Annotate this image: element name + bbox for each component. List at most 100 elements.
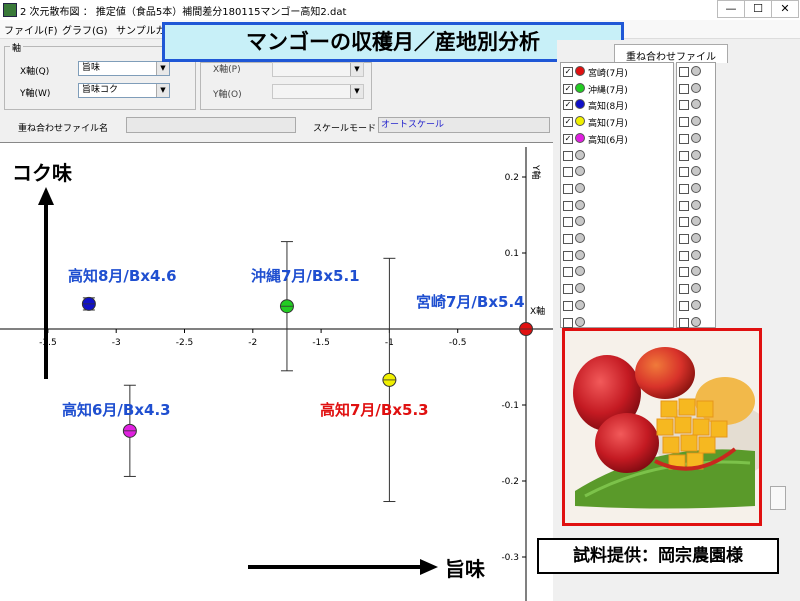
- x-arrow-head: [420, 559, 438, 575]
- title-bar: 2 次元散布図 ： 推定値（食品5本）補間差分180115マンゴー高知2.dat…: [0, 0, 800, 21]
- series-label: 高知(6月): [588, 135, 628, 146]
- series-checkbox[interactable]: [563, 300, 573, 311]
- series-color-swatch: [575, 249, 585, 260]
- credit-caption: 試料提供：岡宗農園様: [537, 538, 779, 574]
- app-icon: [3, 3, 17, 17]
- series-checkbox[interactable]: [563, 200, 573, 211]
- overlay-color-swatch: [691, 132, 701, 143]
- chevron-down-icon: ▼: [350, 85, 363, 98]
- series-checkbox[interactable]: ✓: [563, 100, 573, 111]
- x-axis-small-label: X軸: [530, 305, 545, 317]
- overlay-checkbox[interactable]: [679, 150, 689, 161]
- y-tick-label: -0.1: [501, 401, 519, 411]
- overlay-checkbox[interactable]: [679, 234, 689, 244]
- overlay-checkbox[interactable]: [679, 100, 689, 111]
- series-label: 高知(8月): [588, 102, 628, 113]
- label-kochi-aug: 高知8月/Bx4.6: [68, 267, 177, 285]
- series-color-swatch: [575, 233, 585, 243]
- x2-axis-select[interactable]: ▼: [272, 62, 364, 77]
- side-button[interactable]: [770, 486, 786, 510]
- menu-file[interactable]: ファイル(F): [4, 22, 58, 37]
- y-axis-title: コク味: [12, 161, 72, 185]
- overlay-checkbox[interactable]: [679, 284, 689, 295]
- mango-photo: [562, 328, 762, 526]
- overlay-checkbox[interactable]: [679, 250, 689, 261]
- series-checkbox[interactable]: ✓: [563, 67, 573, 77]
- series-checkbox[interactable]: [563, 234, 573, 244]
- y2-axis-select[interactable]: ▼: [272, 84, 364, 99]
- overlay-checkbox[interactable]: [679, 167, 689, 178]
- y-tick-label: -0.2: [501, 477, 519, 487]
- maximize-button[interactable]: ☐: [744, 0, 772, 18]
- series-checkbox[interactable]: [563, 167, 573, 178]
- menu-graph[interactable]: グラフ(G): [62, 22, 108, 37]
- chevron-down-icon: ▼: [156, 84, 169, 97]
- overlay-color-swatch: [691, 249, 701, 260]
- scatter-plot-svg: -3.5-3-2.5-2-1.5-1-0.50.20.1-0.1-0.2-0.3…: [0, 147, 553, 601]
- series-color-swatch: [575, 149, 585, 160]
- series-checkbox[interactable]: ✓: [563, 83, 573, 94]
- x-axis-title: 旨味: [445, 557, 485, 581]
- x-axis-select[interactable]: 旨味 ▼: [78, 61, 170, 76]
- overlay-file-label: 重ね合わせファイル名: [18, 124, 109, 134]
- tab-overlay-files-label: 重ね合わせファイル: [626, 52, 716, 63]
- overlay-color-swatch: [691, 66, 701, 76]
- series-checkbox[interactable]: [563, 183, 573, 194]
- series-checkbox[interactable]: ✓: [563, 133, 573, 144]
- overlay-checkbox[interactable]: [679, 300, 689, 311]
- series-label: 沖縄(7月): [588, 85, 628, 96]
- window-title: 2 次元散布図 ： 推定値（食品5本）補間差分180115マンゴー高知2.dat: [20, 7, 347, 18]
- y-axis-select-value: 旨味コク: [82, 85, 119, 95]
- y2-axis-label: Y軸(O): [213, 90, 242, 100]
- series-label: 宮崎(7月): [588, 69, 628, 79]
- mango-photo-drawing: [565, 331, 759, 523]
- scatter-plot[interactable]: -3.5-3-2.5-2-1.5-1-0.50.20.1-0.1-0.2-0.3…: [0, 142, 553, 601]
- label-okinawa-jul: 沖縄7月/Bx5.1: [251, 267, 360, 285]
- overlay-checkbox[interactable]: [679, 217, 689, 228]
- label-kochi-jun: 高知6月/Bx4.3: [62, 401, 171, 419]
- overlay-checkbox[interactable]: [679, 183, 689, 194]
- series-color-swatch: [575, 66, 585, 76]
- x-tick-label: -0.5: [449, 338, 467, 348]
- y-tick-label: 0.2: [505, 173, 519, 183]
- series-checkbox[interactable]: ✓: [563, 117, 573, 128]
- overlay-checkbox[interactable]: [679, 317, 689, 328]
- series-color-swatch: [575, 82, 585, 93]
- series-color-swatch: [575, 199, 585, 210]
- series-checkbox[interactable]: [563, 317, 573, 328]
- series-checkbox[interactable]: [563, 267, 573, 278]
- axis-group-title: 軸: [10, 41, 24, 54]
- overlay-color-swatch: [691, 182, 701, 193]
- label-kochi-jul: 高知7月/Bx5.3: [320, 401, 429, 419]
- x-axis-label: X軸(Q): [20, 67, 50, 77]
- overlay-file-field[interactable]: [126, 117, 296, 133]
- overlay-checkbox[interactable]: [679, 200, 689, 211]
- y-axis-select[interactable]: 旨味コク ▼: [78, 83, 170, 98]
- series-checkbox[interactable]: [563, 217, 573, 228]
- overlay-checkbox[interactable]: [679, 267, 689, 278]
- chevron-down-icon: ▼: [350, 63, 363, 76]
- overlay-color-swatch: [691, 316, 701, 327]
- overlay-color-swatch: [691, 299, 701, 310]
- overlay-checkbox[interactable]: [679, 117, 689, 128]
- minimize-button[interactable]: —: [717, 0, 745, 18]
- menu-sample[interactable]: サンプルカ: [116, 22, 165, 37]
- series-checkbox[interactable]: [563, 284, 573, 295]
- series-checkbox[interactable]: [563, 150, 573, 161]
- overlay-checkbox[interactable]: [679, 67, 689, 77]
- overlay-checkbox[interactable]: [679, 133, 689, 144]
- overlay-color-swatch: [691, 149, 701, 160]
- y-axis-small-label: Y軸: [530, 164, 542, 180]
- x-axis-select-value: 旨味: [82, 63, 101, 73]
- scale-mode-field[interactable]: オートスケール: [378, 117, 550, 133]
- x-tick-label: -1.5: [312, 338, 330, 348]
- overlay-color-swatch: [691, 199, 701, 210]
- close-button[interactable]: ✕: [771, 0, 799, 18]
- series-color-swatch: [575, 182, 585, 193]
- overlay-color-swatch: [691, 233, 701, 243]
- y-arrow-head: [38, 187, 54, 205]
- series-checkbox[interactable]: [563, 250, 573, 261]
- overlay-checkbox[interactable]: [679, 83, 689, 94]
- label-miyazaki-jul: 宮崎7月/Bx5.4: [416, 293, 525, 311]
- x-tick-label: -3: [112, 338, 121, 348]
